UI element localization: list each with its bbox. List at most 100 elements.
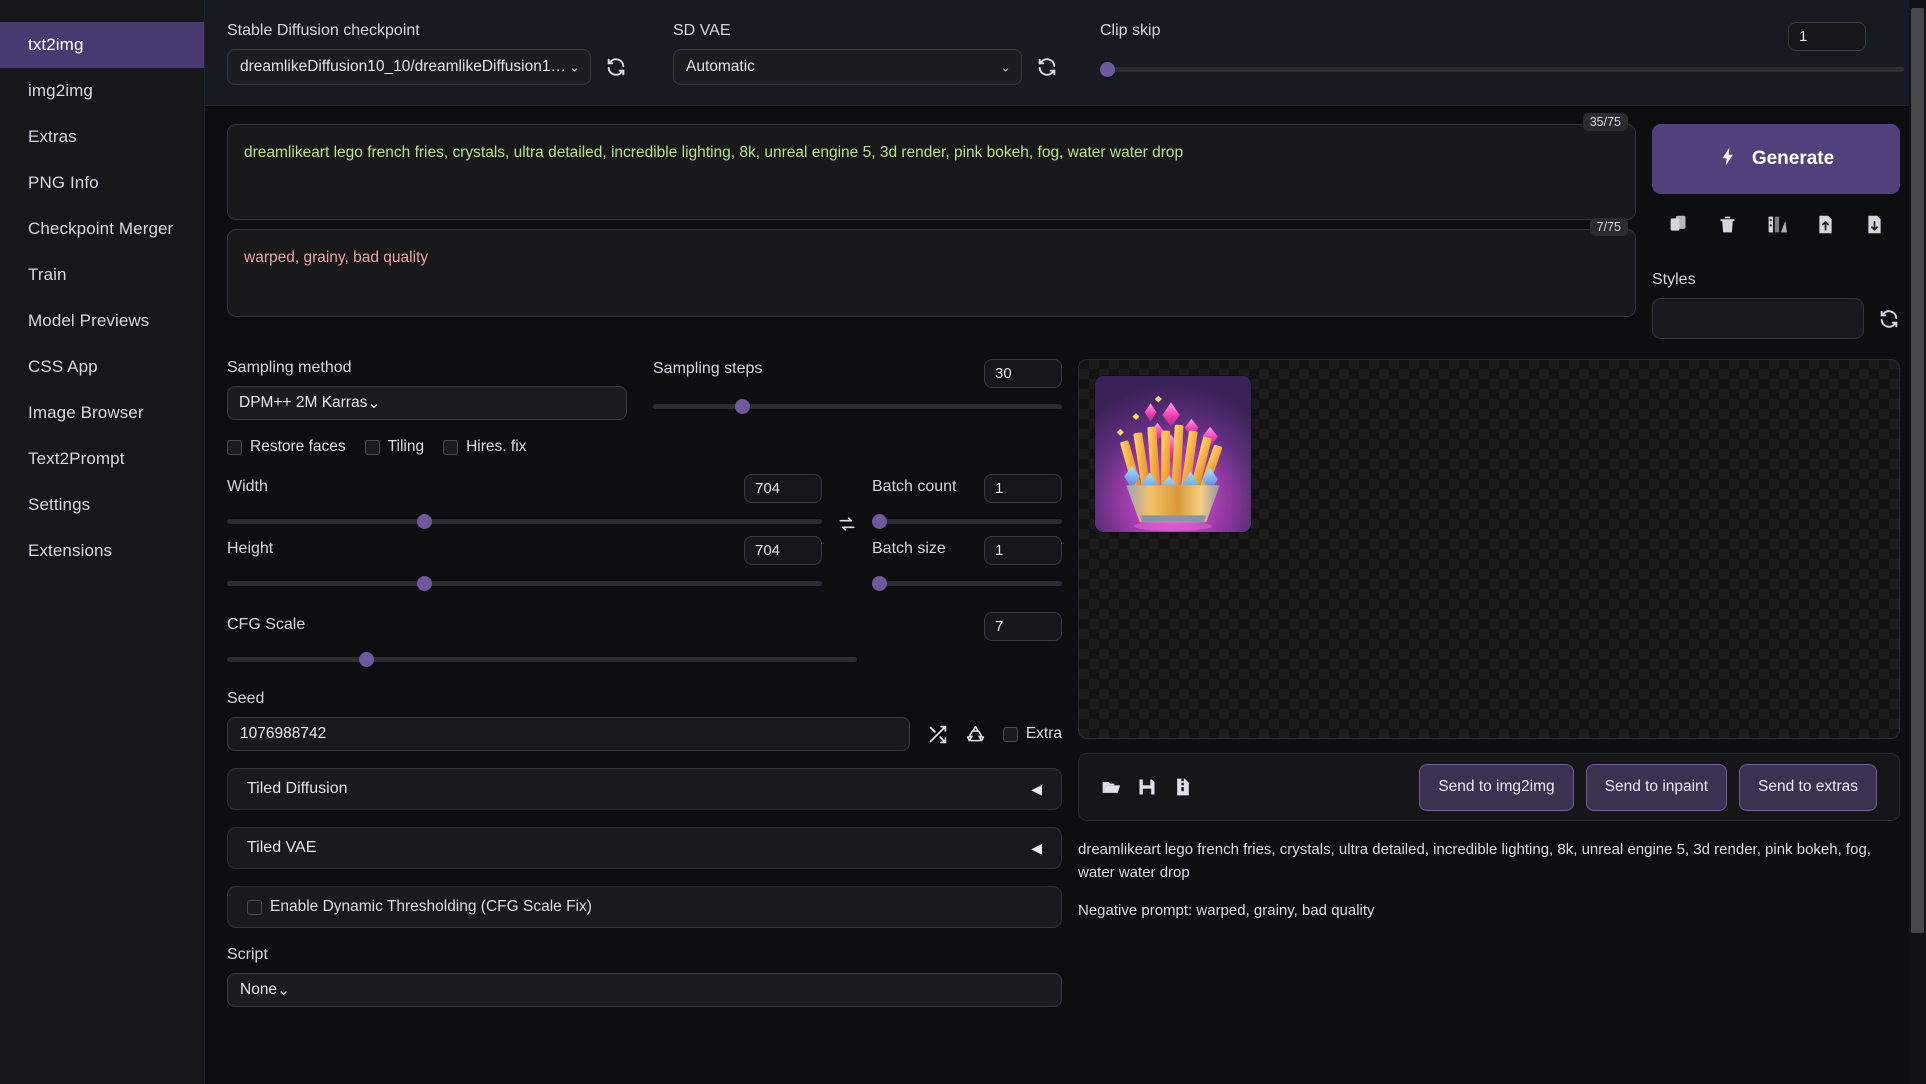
batch-count-slider[interactable] — [872, 512, 1062, 530]
slider-knob[interactable] — [359, 652, 375, 667]
sampling-steps-input[interactable]: 30 — [984, 359, 1062, 388]
tiled-diffusion-label: Tiled Diffusion — [247, 780, 348, 797]
extra-seed-checkbox[interactable]: Extra — [1002, 725, 1062, 743]
width-slider[interactable] — [227, 512, 822, 530]
slider-track — [227, 657, 857, 662]
slider-knob[interactable] — [417, 576, 433, 591]
hires-fix-checkbox[interactable]: Hires. fix — [443, 438, 526, 456]
generated-image-thumbnail[interactable] — [1095, 376, 1251, 532]
recycle-seed-icon[interactable] — [965, 724, 986, 745]
chevron-left-icon: ◀ — [1031, 780, 1042, 797]
script-value: None — [240, 981, 278, 998]
chevron-down-icon: ⌄ — [569, 59, 580, 75]
restore-faces-checkbox[interactable]: Restore faces — [227, 438, 346, 456]
batch-count-input[interactable]: 1 — [984, 474, 1062, 503]
generate-column: Generate Styles — [1652, 124, 1900, 339]
slider-track — [653, 404, 1062, 409]
save-icon[interactable] — [1137, 777, 1157, 797]
clip-skip-slider[interactable] — [1100, 60, 1904, 78]
generate-button[interactable]: Generate — [1652, 124, 1900, 194]
toggle-checkbox-row: Restore faces Tiling Hires. fix — [227, 438, 1062, 456]
cfg-scale-input[interactable]: 7 — [984, 612, 1062, 641]
sidebar-item-image-browser[interactable]: Image Browser — [0, 390, 204, 436]
slider-knob[interactable] — [872, 576, 887, 591]
slider-knob[interactable] — [1100, 62, 1115, 77]
seed-input[interactable]: 1076988742 — [227, 717, 910, 751]
app-window: txt2img img2img Extras PNG Info Checkpoi… — [0, 0, 1926, 1084]
sidebar-item-label: CSS App — [28, 357, 98, 376]
dynamic-thresholding-label: Enable Dynamic Thresholding (CFG Scale F… — [270, 898, 592, 915]
cfg-scale-group: CFG Scale 7 — [227, 612, 1062, 668]
tiled-vae-accordion[interactable]: Tiled VAE ◀ — [227, 827, 1062, 869]
slider-knob[interactable] — [734, 399, 750, 414]
width-value: 704 — [755, 480, 781, 497]
sidebar-item-img2img[interactable]: img2img — [0, 68, 204, 114]
checkpoint-group: Stable Diffusion checkpoint dreamlikeDif… — [227, 22, 627, 85]
sampling-method-label: Sampling method — [227, 359, 352, 376]
slider-knob[interactable] — [417, 514, 433, 529]
height-slider[interactable] — [227, 574, 822, 592]
save-zip-icon[interactable] — [1173, 777, 1193, 797]
sidebar-item-txt2img[interactable]: txt2img — [0, 22, 204, 68]
save-style-icon[interactable] — [1815, 214, 1836, 235]
load-style-icon[interactable] — [1864, 214, 1885, 235]
sidebar-item-label: Settings — [28, 495, 91, 514]
dimensions-row: Width 704 Height 704 Batch count 1 Batch… — [227, 474, 1062, 598]
refresh-icon[interactable] — [1878, 308, 1900, 330]
tiled-diffusion-accordion[interactable]: Tiled Diffusion ◀ — [227, 768, 1062, 810]
sidebar-item-extras[interactable]: Extras — [0, 114, 204, 160]
slider-track — [872, 581, 1062, 586]
negative-prompt-input[interactable]: warped, grainy, bad quality — [227, 229, 1636, 317]
dynamic-thresholding-checkbox[interactable]: Enable Dynamic Thresholding (CFG Scale F… — [247, 898, 592, 916]
sidebar-item-extensions[interactable]: Extensions — [0, 528, 204, 574]
tiling-checkbox[interactable]: Tiling — [364, 438, 424, 456]
page-scrollbar[interactable] — [1909, 0, 1926, 1084]
dice-shuffle-icon[interactable] — [927, 724, 948, 745]
main-area: Stable Diffusion checkpoint dreamlikeDif… — [205, 0, 1926, 1084]
clip-skip-input[interactable]: 1 — [1788, 22, 1866, 51]
styles-select[interactable] — [1652, 298, 1864, 339]
batch-size-slider[interactable] — [872, 574, 1062, 592]
height-label: Height — [227, 539, 274, 557]
swap-dimensions-icon[interactable] — [833, 474, 861, 534]
output-gallery[interactable] — [1078, 359, 1900, 739]
sampling-method-select[interactable]: DPM++ 2M Karras ⌄ — [227, 386, 627, 420]
slider-knob[interactable] — [872, 514, 887, 529]
positive-prompt-input[interactable]: dreamlikeart lego french fries, crystals… — [227, 124, 1636, 220]
send-to-inpaint-button[interactable]: Send to inpaint — [1585, 763, 1728, 811]
send-to-extras-button[interactable]: Send to extras — [1739, 763, 1877, 811]
refresh-icon[interactable] — [605, 56, 627, 78]
sidebar: txt2img img2img Extras PNG Info Checkpoi… — [0, 0, 205, 1084]
refresh-icon[interactable] — [1036, 56, 1058, 78]
sidebar-item-css-app[interactable]: CSS App — [0, 344, 204, 390]
hires-fix-label: Hires. fix — [466, 438, 527, 455]
vae-select[interactable]: Automatic ⌄ — [673, 49, 1022, 85]
batch-size-input[interactable]: 1 — [984, 536, 1062, 565]
slider-track — [227, 581, 822, 586]
positive-prompt-wrap: 35/75 dreamlikeart lego french fries, cr… — [227, 113, 1636, 220]
paste-icon[interactable] — [1668, 214, 1689, 235]
sidebar-item-checkpoint-merger[interactable]: Checkpoint Merger — [0, 206, 204, 252]
clip-skip-label: Clip skip — [1100, 22, 1161, 39]
script-select[interactable]: None ⌄ — [227, 973, 1062, 1007]
sidebar-item-model-previews[interactable]: Model Previews — [0, 298, 204, 344]
cfg-scale-slider[interactable] — [227, 650, 857, 668]
cfg-scale-value: 7 — [995, 618, 1004, 635]
sidebar-item-png-info[interactable]: PNG Info — [0, 160, 204, 206]
scrollbar-thumb[interactable] — [1911, 8, 1924, 933]
sampling-steps-slider[interactable] — [653, 397, 1062, 415]
styles-row — [1652, 298, 1900, 339]
dynamic-thresholding-panel[interactable]: Enable Dynamic Thresholding (CFG Scale F… — [227, 886, 1062, 928]
extra-seed-label: Extra — [1025, 725, 1062, 742]
width-input[interactable]: 704 — [744, 474, 822, 503]
send-to-img2img-button[interactable]: Send to img2img — [1419, 763, 1574, 811]
trash-icon[interactable] — [1717, 214, 1738, 235]
open-folder-icon[interactable] — [1101, 777, 1121, 797]
sidebar-item-settings[interactable]: Settings — [0, 482, 204, 528]
checkpoint-select[interactable]: dreamlikeDiffusion10_10/dreamlikeDiffusi… — [227, 49, 591, 85]
sidebar-item-train[interactable]: Train — [0, 252, 204, 298]
palette-icon[interactable] — [1766, 214, 1787, 235]
height-input[interactable]: 704 — [744, 536, 822, 565]
sidebar-item-text2prompt[interactable]: Text2Prompt — [0, 436, 204, 482]
script-label: Script — [227, 946, 268, 963]
